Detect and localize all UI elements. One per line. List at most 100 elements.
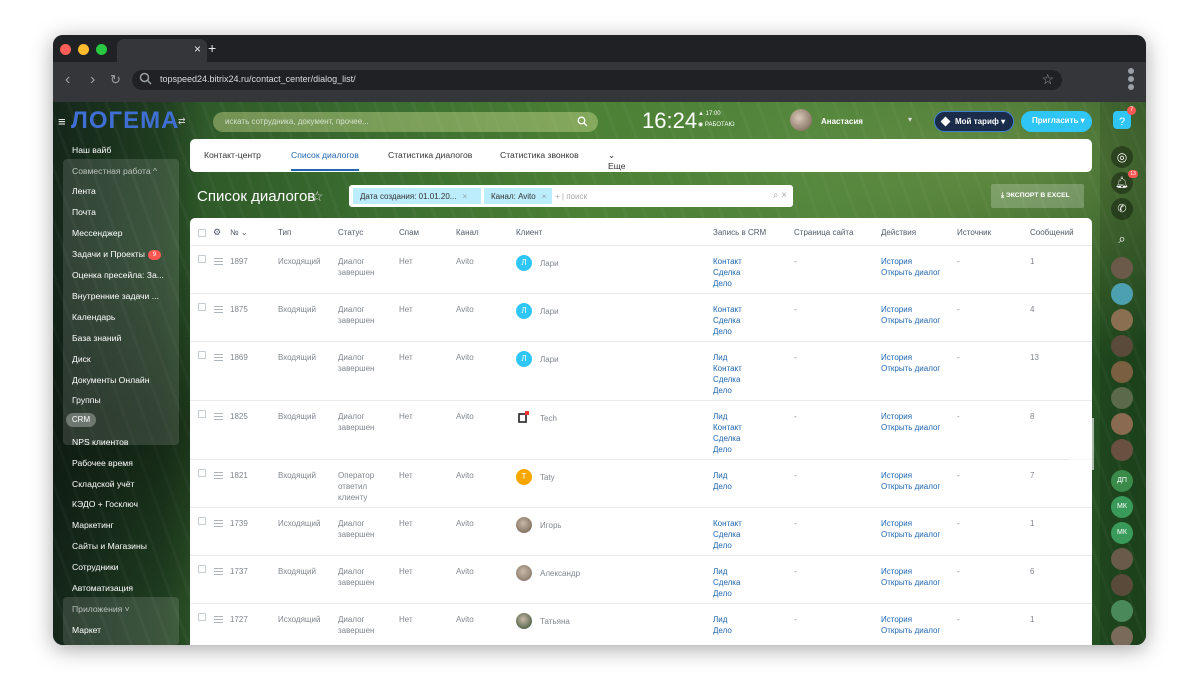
drag-handle-icon[interactable] <box>214 472 223 481</box>
close-window-button[interactable] <box>60 44 71 55</box>
drag-handle-icon[interactable] <box>214 258 223 267</box>
tab-dialog-stats[interactable]: Статистика диалогов <box>388 150 472 160</box>
sidebar-item-sites[interactable]: Сайты и Магазины <box>72 541 147 551</box>
column-header-channel[interactable]: Канал <box>456 228 479 237</box>
row-checkbox[interactable] <box>198 517 206 525</box>
sidebar-item-worktime[interactable]: Рабочее время <box>72 458 133 468</box>
contact-avatar[interactable] <box>1111 548 1133 570</box>
action-link[interactable]: История <box>881 411 912 422</box>
contact-avatar[interactable] <box>1111 600 1133 622</box>
search-icon[interactable]: ⌕ <box>1111 228 1133 250</box>
sidebar-item-calendar[interactable]: Календарь <box>72 312 115 322</box>
sidebar-item-apps[interactable]: Приложения ˅ <box>72 604 130 614</box>
action-link[interactable]: Открыть диалог <box>881 481 940 492</box>
drag-handle-icon[interactable] <box>214 568 223 577</box>
client-avatar[interactable] <box>516 613 532 629</box>
crm-link[interactable]: Контакт <box>713 256 742 267</box>
contact-avatar[interactable] <box>1111 574 1133 596</box>
sidebar-item-warehouse[interactable]: Складской учёт <box>72 479 134 489</box>
sidebar-item-presale[interactable]: Оценка пресейла: За... <box>72 270 164 280</box>
action-link[interactable]: Открыть диалог <box>881 625 940 636</box>
group-avatar-dp[interactable]: ДП <box>1111 470 1133 492</box>
action-link[interactable]: Открыть диалог <box>881 422 940 433</box>
user-menu-chevron-icon[interactable]: ▾ <box>908 115 912 124</box>
logo-settings-icon[interactable]: ⇄ <box>178 116 186 127</box>
crm-link[interactable]: Сделка <box>713 529 740 540</box>
crm-link[interactable]: Лид <box>713 470 727 481</box>
contact-avatar[interactable] <box>1111 387 1133 409</box>
group-avatar-mk[interactable]: МК <box>1111 496 1133 518</box>
action-link[interactable]: История <box>881 566 912 577</box>
action-link[interactable]: История <box>881 352 912 363</box>
phone-icon[interactable]: ✆ <box>1111 198 1133 220</box>
column-header-spam[interactable]: Спам <box>399 228 419 237</box>
column-header-crm[interactable]: Запись в CRM <box>713 228 766 237</box>
row-checkbox[interactable] <box>198 613 206 621</box>
crm-link[interactable]: Дело <box>713 625 732 636</box>
table-row[interactable]: 1739 Исходящий Диалог завершен Нет Avito Игорь… <box>190 507 1092 555</box>
group-avatar-mk-2[interactable]: МК <box>1111 522 1133 544</box>
crm-link[interactable]: Дело <box>713 326 732 337</box>
crm-link[interactable]: Сделка <box>713 577 740 588</box>
action-link[interactable]: Открыть диалог <box>881 315 940 326</box>
table-row[interactable]: 1825 Входящий Диалог завершен Нет Avito Tech Ли… <box>190 400 1092 459</box>
table-row[interactable]: 1897 Исходящий Диалог завершен Нет Avito Л Лари… <box>190 245 1092 293</box>
chat-icon[interactable]: ◎ <box>1111 146 1133 168</box>
search-icon[interactable]: ⌕ <box>773 190 779 201</box>
column-header-client[interactable]: Клиент <box>516 228 542 237</box>
drag-handle-icon[interactable] <box>214 520 223 529</box>
crm-link[interactable]: Контакт <box>713 518 742 529</box>
browser-menu-icon[interactable] <box>1128 68 1134 92</box>
sidebar-item-knowledge[interactable]: База знаний <box>72 333 121 343</box>
crm-link[interactable]: Сделка <box>713 267 740 278</box>
table-row[interactable]: 1737 Входящий Диалог завершен Нет Avito Алекса… <box>190 555 1092 603</box>
contact-avatar[interactable] <box>1111 413 1133 435</box>
table-row[interactable]: 1821 Входящий Оператор ответил клиенту Нет Avi… <box>190 459 1092 507</box>
action-link[interactable]: Открыть диалог <box>881 267 940 278</box>
my-plan-button[interactable]: Мой тариф ▾ <box>934 111 1014 132</box>
row-client[interactable]: Taty <box>540 472 555 483</box>
action-link[interactable]: Открыть диалог <box>881 577 940 588</box>
table-row[interactable]: 1869 Входящий Диалог завершен Нет Avito Л Лари Л… <box>190 341 1092 400</box>
action-link[interactable]: История <box>881 470 912 481</box>
crm-link[interactable]: Лид <box>713 352 727 363</box>
contact-avatar[interactable] <box>1111 309 1133 331</box>
new-tab-icon[interactable]: + <box>208 40 216 56</box>
row-checkbox[interactable] <box>198 255 206 263</box>
row-client[interactable]: Лари <box>540 258 559 269</box>
row-checkbox[interactable] <box>198 303 206 311</box>
client-avatar[interactable]: Л <box>516 255 532 271</box>
row-checkbox[interactable] <box>198 469 206 477</box>
crm-link[interactable]: Сделка <box>713 315 740 326</box>
minimize-window-button[interactable] <box>78 44 89 55</box>
forward-icon[interactable]: › <box>90 71 95 89</box>
crm-link[interactable]: Дело <box>713 481 732 492</box>
table-row[interactable]: 1727 Исходящий Диалог завершен Нет Avito Татья… <box>190 603 1092 645</box>
action-link[interactable]: Открыть диалог <box>881 363 940 374</box>
client-avatar[interactable]: T <box>516 469 532 485</box>
row-client[interactable]: Александр <box>540 568 580 579</box>
crm-link[interactable]: Лид <box>713 614 727 625</box>
action-link[interactable]: История <box>881 518 912 529</box>
reload-icon[interactable]: ↻ <box>110 72 121 88</box>
row-checkbox[interactable] <box>198 410 206 418</box>
work-day-widget[interactable]: ▲ 17:00 ◉ РАБОТАЮ <box>698 109 735 131</box>
sidebar-item-messenger[interactable]: Мессенджер <box>72 228 122 238</box>
crm-link[interactable]: Дело <box>713 385 732 396</box>
row-checkbox[interactable] <box>198 351 206 359</box>
sidebar-item-automation[interactable]: Автоматизация <box>72 583 133 593</box>
client-avatar[interactable] <box>516 517 532 533</box>
invite-button[interactable]: Пригласить ▾ <box>1021 111 1092 132</box>
client-avatar[interactable]: Л <box>516 303 532 319</box>
chip-close-icon[interactable]: × <box>462 192 467 201</box>
drag-handle-icon[interactable] <box>214 616 223 625</box>
sidebar-item-kedo[interactable]: КЭДО + Госключ <box>72 499 138 509</box>
menu-icon[interactable]: ≡ <box>58 114 66 129</box>
crm-link[interactable]: Сделка <box>713 374 740 385</box>
clear-icon[interactable]: × <box>781 190 787 201</box>
contact-avatar[interactable] <box>1111 626 1133 645</box>
back-icon[interactable]: ‹ <box>65 71 70 89</box>
sidebar-item-market[interactable]: Маркет <box>72 625 101 635</box>
column-header-source[interactable]: Источник <box>957 228 991 237</box>
crm-link[interactable]: Дело <box>713 444 732 455</box>
